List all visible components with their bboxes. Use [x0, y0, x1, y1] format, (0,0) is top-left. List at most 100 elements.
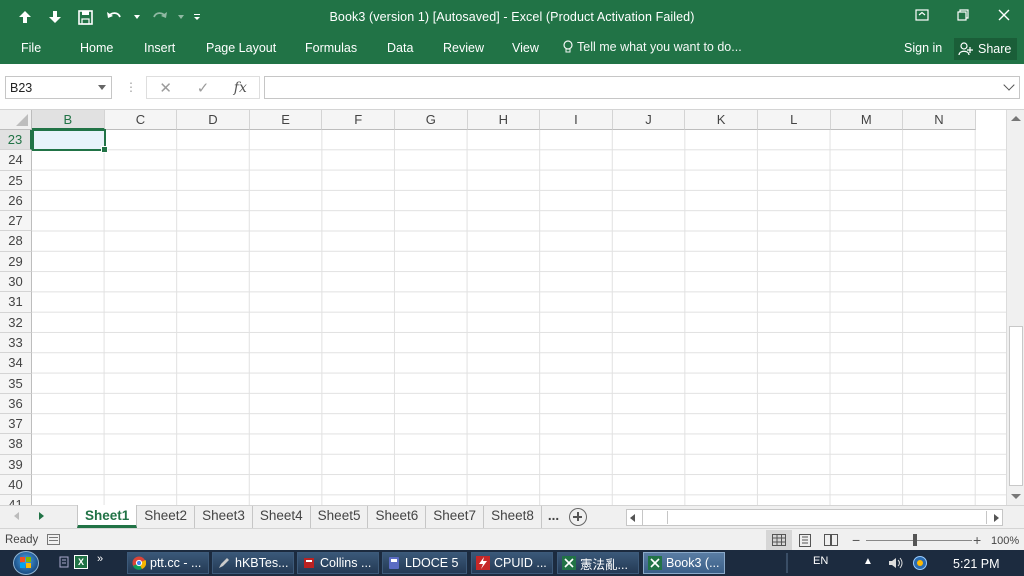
- horizontal-scrollbar[interactable]: [626, 509, 1003, 526]
- scroll-down-icon[interactable]: [1011, 494, 1021, 499]
- language-indicator[interactable]: EN: [813, 555, 828, 567]
- sheet-tab-sheet6[interactable]: Sheet6: [368, 506, 427, 528]
- row-header-27[interactable]: 27: [0, 211, 32, 232]
- column-header-d[interactable]: D: [177, 110, 250, 130]
- normal-view-button[interactable]: [766, 530, 792, 550]
- sign-in-link[interactable]: Sign in: [904, 41, 942, 55]
- sheet-tab-sheet7[interactable]: Sheet7: [426, 506, 485, 528]
- row-header-41[interactable]: 41: [0, 495, 32, 505]
- cell-area[interactable]: [32, 130, 1006, 505]
- column-header-h[interactable]: H: [467, 110, 541, 130]
- page-break-view-button[interactable]: [818, 530, 844, 550]
- zoom-out-button[interactable]: −: [852, 532, 860, 548]
- taskbar-overflow-icon[interactable]: »: [97, 553, 103, 565]
- page-layout-view-button[interactable]: [792, 530, 818, 550]
- row-header-33[interactable]: 33: [0, 332, 32, 354]
- start-button[interactable]: [9, 550, 43, 576]
- tab-formulas[interactable]: Formulas: [305, 41, 357, 55]
- cancel-entry-button[interactable]: ✕: [147, 79, 184, 97]
- row-header-28[interactable]: 28: [0, 231, 32, 252]
- taskbar-item-hkbtest[interactable]: hKBTes...: [212, 552, 294, 574]
- share-button[interactable]: Share: [954, 38, 1018, 60]
- row-header-35[interactable]: 35: [0, 373, 32, 394]
- sheet-tab-sheet4[interactable]: Sheet4: [253, 506, 311, 528]
- new-sheet-icon[interactable]: [569, 508, 588, 526]
- system-clock[interactable]: 5:21 PM: [953, 557, 1000, 571]
- macro-recording-icon[interactable]: [47, 534, 60, 545]
- row-header-25[interactable]: 25: [0, 170, 32, 191]
- column-header-n[interactable]: N: [903, 110, 976, 130]
- formula-bar-grip-icon[interactable]: ⋮: [125, 80, 137, 94]
- column-header-j[interactable]: J: [612, 110, 686, 130]
- sheet-tab-sheet1[interactable]: Sheet1: [77, 505, 138, 528]
- column-header-m[interactable]: M: [830, 110, 904, 130]
- sheet-tab-sheet2[interactable]: Sheet2: [137, 506, 196, 528]
- column-header-g[interactable]: G: [394, 110, 468, 130]
- vertical-scrollbar[interactable]: [1006, 110, 1024, 505]
- tab-insert[interactable]: Insert: [144, 41, 175, 55]
- row-header-24[interactable]: 24: [0, 150, 32, 171]
- column-header-k[interactable]: K: [685, 110, 758, 130]
- show-hidden-icons-icon[interactable]: ▲: [863, 556, 873, 567]
- tab-home[interactable]: Home: [80, 41, 113, 55]
- sheet-tab-sheet5[interactable]: Sheet5: [311, 506, 369, 528]
- network-icon[interactable]: [912, 555, 928, 571]
- expand-formula-bar-icon[interactable]: [1003, 79, 1015, 91]
- select-all-button[interactable]: [0, 110, 32, 130]
- tab-file[interactable]: File: [21, 41, 41, 55]
- row-header-37[interactable]: 37: [0, 414, 32, 435]
- zoom-slider[interactable]: [866, 540, 972, 541]
- row-header-29[interactable]: 29: [0, 251, 32, 273]
- taskbar-item-collins[interactable]: Collins ...: [297, 552, 379, 574]
- column-header-b[interactable]: B: [32, 110, 105, 130]
- ribbon-display-options-icon[interactable]: [901, 0, 942, 30]
- taskbar-item-book3[interactable]: Book3 (...: [643, 552, 725, 574]
- column-header-f[interactable]: F: [322, 110, 395, 130]
- scroll-left-icon[interactable]: [630, 514, 635, 522]
- row-header-38[interactable]: 38: [0, 434, 32, 455]
- previous-sheet-icon[interactable]: [14, 512, 19, 520]
- tab-view[interactable]: View: [512, 41, 539, 55]
- row-header-31[interactable]: 31: [0, 292, 32, 313]
- excel-pinned-icon[interactable]: X: [74, 555, 88, 569]
- taskbar-item-cpuid[interactable]: CPUID ...: [471, 552, 553, 574]
- close-icon[interactable]: [983, 0, 1024, 30]
- scroll-right-icon[interactable]: [994, 514, 999, 522]
- zoom-level[interactable]: 100%: [991, 535, 1019, 547]
- next-sheet-icon[interactable]: [39, 512, 44, 520]
- name-box[interactable]: B23: [5, 76, 112, 99]
- restore-icon[interactable]: [942, 0, 983, 30]
- column-header-e[interactable]: E: [249, 110, 323, 130]
- row-header-40[interactable]: 40: [0, 475, 32, 496]
- taskbar-item-chrome[interactable]: ptt.cc - ...: [127, 552, 209, 574]
- taskbar-item-ldoce[interactable]: LDOCE 5: [382, 552, 467, 574]
- tab-page-layout[interactable]: Page Layout: [206, 41, 276, 55]
- volume-icon[interactable]: [888, 557, 904, 569]
- formula-input[interactable]: [264, 76, 1020, 99]
- row-header-26[interactable]: 26: [0, 190, 32, 212]
- row-header-23[interactable]: 23: [0, 130, 32, 151]
- row-header-36[interactable]: 36: [0, 393, 32, 415]
- column-header-l[interactable]: L: [757, 110, 831, 130]
- sheet-tab-sheet8[interactable]: Sheet8: [484, 506, 542, 528]
- row-header-30[interactable]: 30: [0, 272, 32, 293]
- zoom-in-button[interactable]: +: [973, 532, 981, 548]
- scroll-up-icon[interactable]: [1011, 116, 1021, 121]
- row-header-39[interactable]: 39: [0, 454, 32, 476]
- name-box-dropdown-icon[interactable]: [98, 85, 106, 90]
- taskbar-item-constitution[interactable]: 憲法亂...: [557, 552, 639, 574]
- sheet-tab-sheet3[interactable]: Sheet3: [195, 506, 253, 528]
- more-sheets-button[interactable]: ...: [542, 506, 565, 529]
- show-desktop-icon[interactable]: [58, 555, 70, 569]
- zoom-slider-thumb[interactable]: [913, 534, 917, 546]
- tab-review[interactable]: Review: [443, 41, 484, 55]
- horizontal-scroll-thumb[interactable]: [667, 511, 987, 524]
- tell-me-search[interactable]: Tell me what you want to do...: [563, 40, 742, 54]
- vertical-scroll-thumb[interactable]: [1009, 326, 1023, 486]
- row-header-32[interactable]: 32: [0, 312, 32, 333]
- row-header-34[interactable]: 34: [0, 353, 32, 374]
- active-cell[interactable]: [32, 129, 108, 153]
- column-header-i[interactable]: I: [540, 110, 613, 130]
- column-header-c[interactable]: C: [104, 110, 178, 130]
- tab-data[interactable]: Data: [387, 41, 413, 55]
